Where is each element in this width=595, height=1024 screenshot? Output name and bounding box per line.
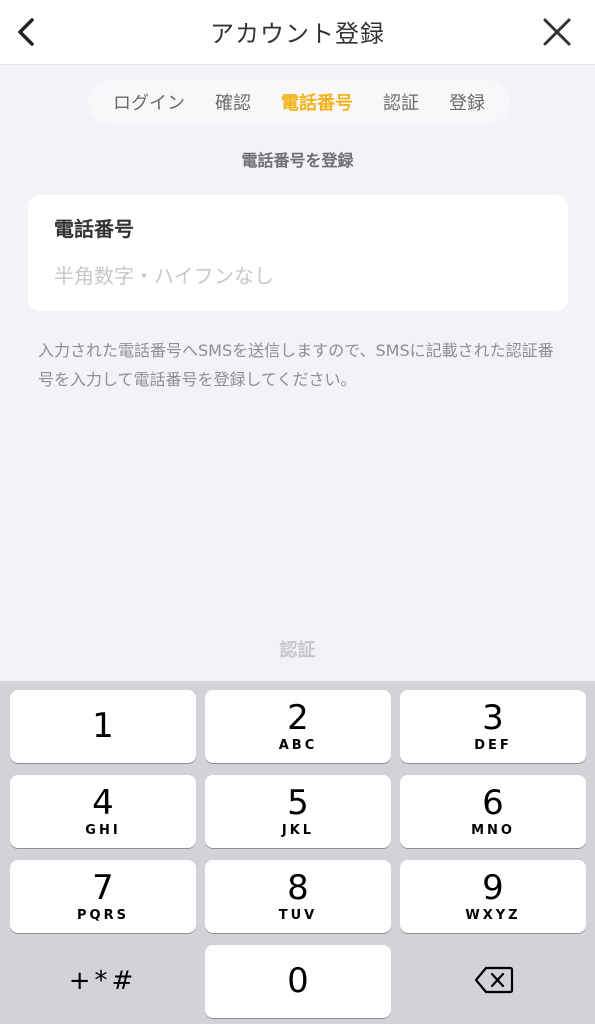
key-letters: WXYZ [465, 908, 521, 923]
key-symbols-label: +*# [68, 966, 138, 996]
key-symbols[interactable]: +*# [10, 945, 196, 1018]
key-3[interactable]: 3 DEF [400, 690, 586, 763]
close-icon [543, 18, 571, 46]
close-button[interactable] [537, 12, 577, 52]
instruction-note: 入力された電話番号へSMSを送信しますので、SMSに記載された認証番号を入力して… [38, 341, 554, 389]
key-2[interactable]: 2 ABC [205, 690, 391, 763]
key-digit: 1 [92, 706, 114, 746]
step-verification: 認証 [383, 93, 419, 114]
numeric-keypad: 1 2 ABC 3 DEF 4 GHI 5 JKL 6 MNO 7 PQRS 8… [0, 681, 595, 1024]
key-4[interactable]: 4 GHI [10, 775, 196, 848]
key-1[interactable]: 1 [10, 690, 196, 763]
backspace-icon [474, 966, 514, 994]
key-8[interactable]: 8 TUV [205, 860, 391, 933]
key-digit: 4 [92, 783, 114, 823]
key-letters: JKL [281, 823, 315, 838]
key-letters: ABC [278, 738, 318, 753]
key-letters: DEF [474, 738, 512, 753]
key-digit: 2 [287, 698, 309, 738]
key-9[interactable]: 9 WXYZ [400, 860, 586, 933]
header-bar: アカウント登録 [0, 0, 595, 65]
phone-number-input[interactable] [52, 257, 546, 295]
key-7[interactable]: 7 PQRS [10, 860, 196, 933]
step-login: ログイン [113, 93, 185, 114]
key-6[interactable]: 6 MNO [400, 775, 586, 848]
key-letters: TUV [278, 908, 318, 923]
key-digit: 3 [482, 698, 504, 738]
key-5[interactable]: 5 JKL [205, 775, 391, 848]
section-label: 電話番号を登録 [241, 151, 354, 170]
phone-field-label: 電話番号 [54, 217, 134, 241]
key-digit: 6 [482, 783, 504, 823]
verify-button[interactable]: 認証 [0, 636, 595, 662]
key-letters: GHI [85, 823, 121, 838]
key-0[interactable]: 0 [205, 945, 391, 1018]
step-indicator: ログイン 確認 電話番号 認証 登録 [88, 80, 510, 124]
key-digit: 8 [287, 868, 309, 908]
step-phone-number: 電話番号 [281, 93, 353, 114]
key-letters: MNO [471, 823, 515, 838]
page-title: アカウント登録 [210, 20, 385, 48]
key-digit: 0 [287, 961, 309, 1001]
step-confirm: 確認 [215, 93, 251, 114]
step-register: 登録 [449, 93, 485, 114]
key-digit: 7 [92, 868, 114, 908]
phone-card: 電話番号 [28, 195, 568, 311]
key-letters: PQRS [77, 908, 129, 923]
key-digit: 5 [287, 783, 309, 823]
key-digit: 9 [482, 868, 504, 908]
key-delete[interactable] [400, 945, 586, 1018]
